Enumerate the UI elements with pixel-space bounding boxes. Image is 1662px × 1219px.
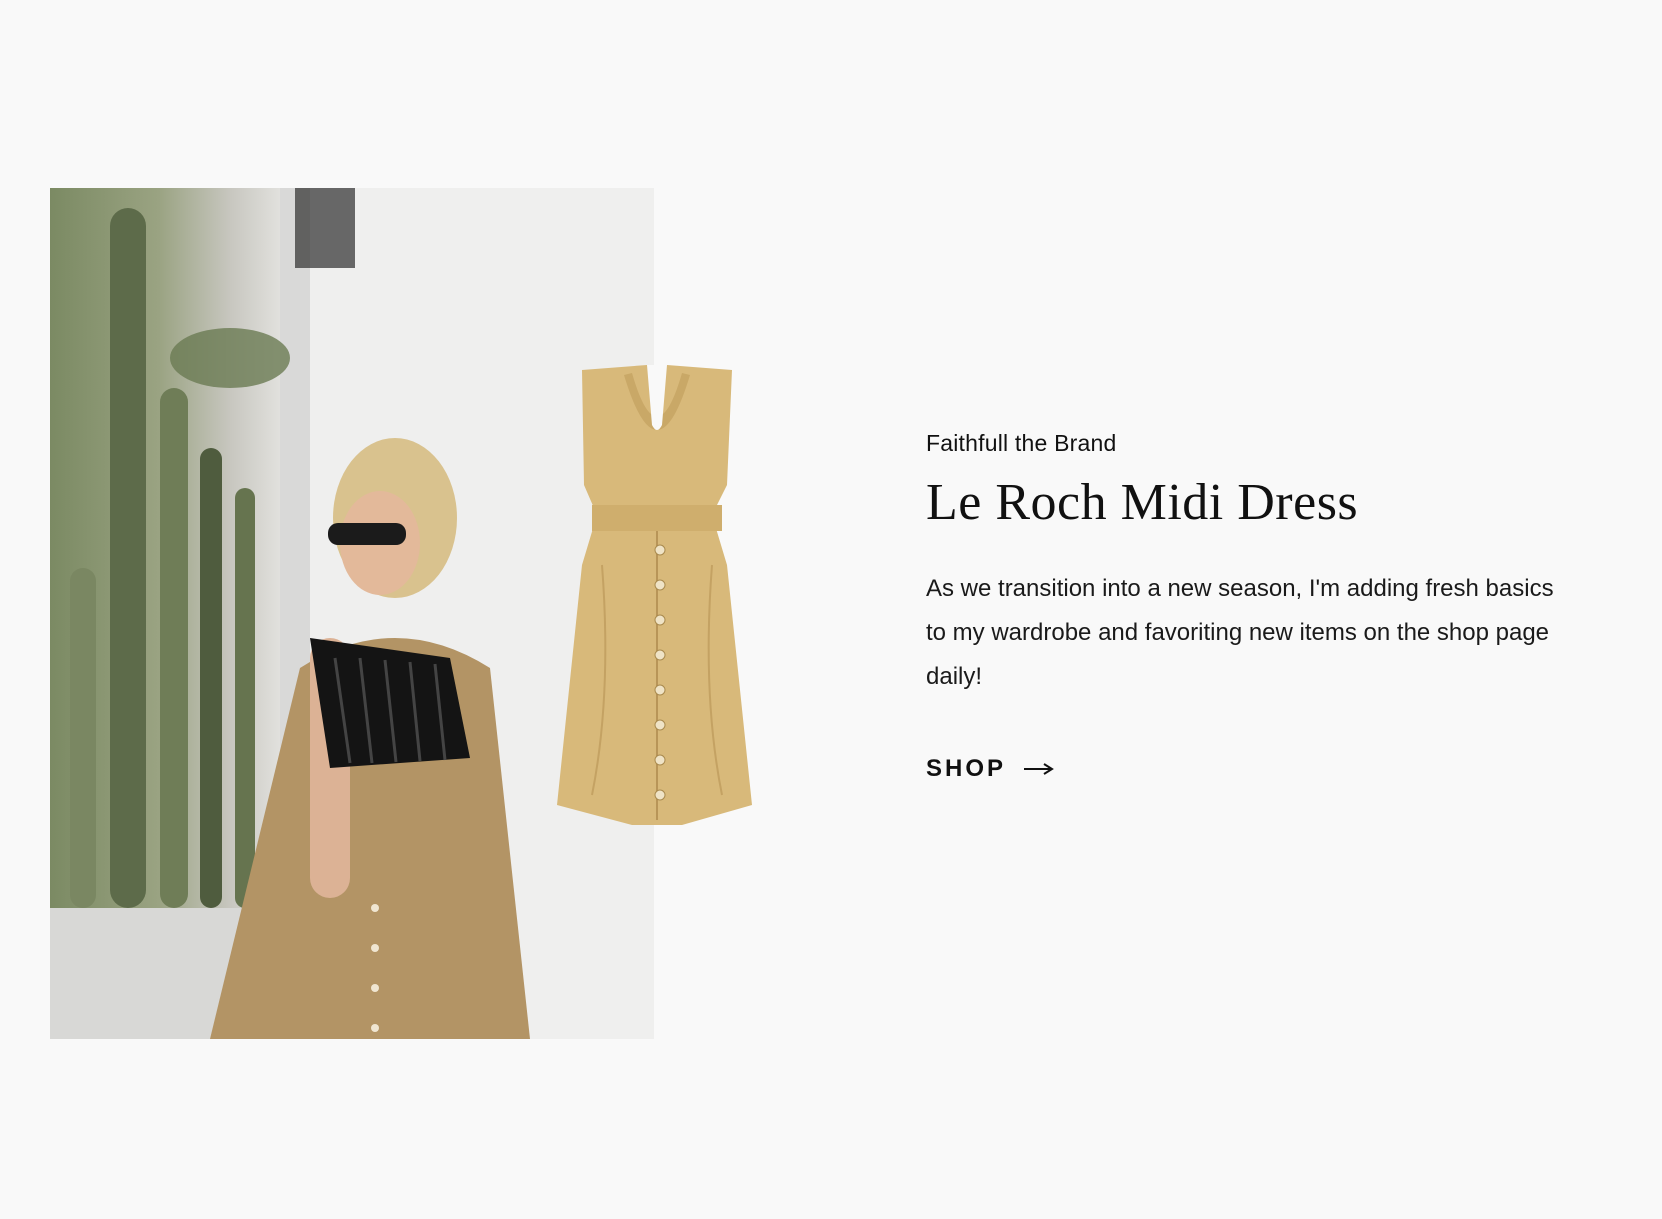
- product-description: As we transition into a new season, I'm …: [926, 574, 1554, 690]
- shop-link[interactable]: SHOP: [926, 755, 1054, 783]
- arrow-right-icon: [1024, 762, 1054, 776]
- dress-graphic: [557, 364, 752, 825]
- brand-name: Faithfull the Brand: [926, 430, 1117, 456]
- shop-link-label: SHOP: [926, 754, 1007, 782]
- feature-copy: Faithfull the Brand Le Roch Midi Dress A…: [926, 430, 1586, 783]
- product-title: Le Roch Midi Dress: [926, 473, 1359, 531]
- product-dress-image: [552, 364, 762, 865]
